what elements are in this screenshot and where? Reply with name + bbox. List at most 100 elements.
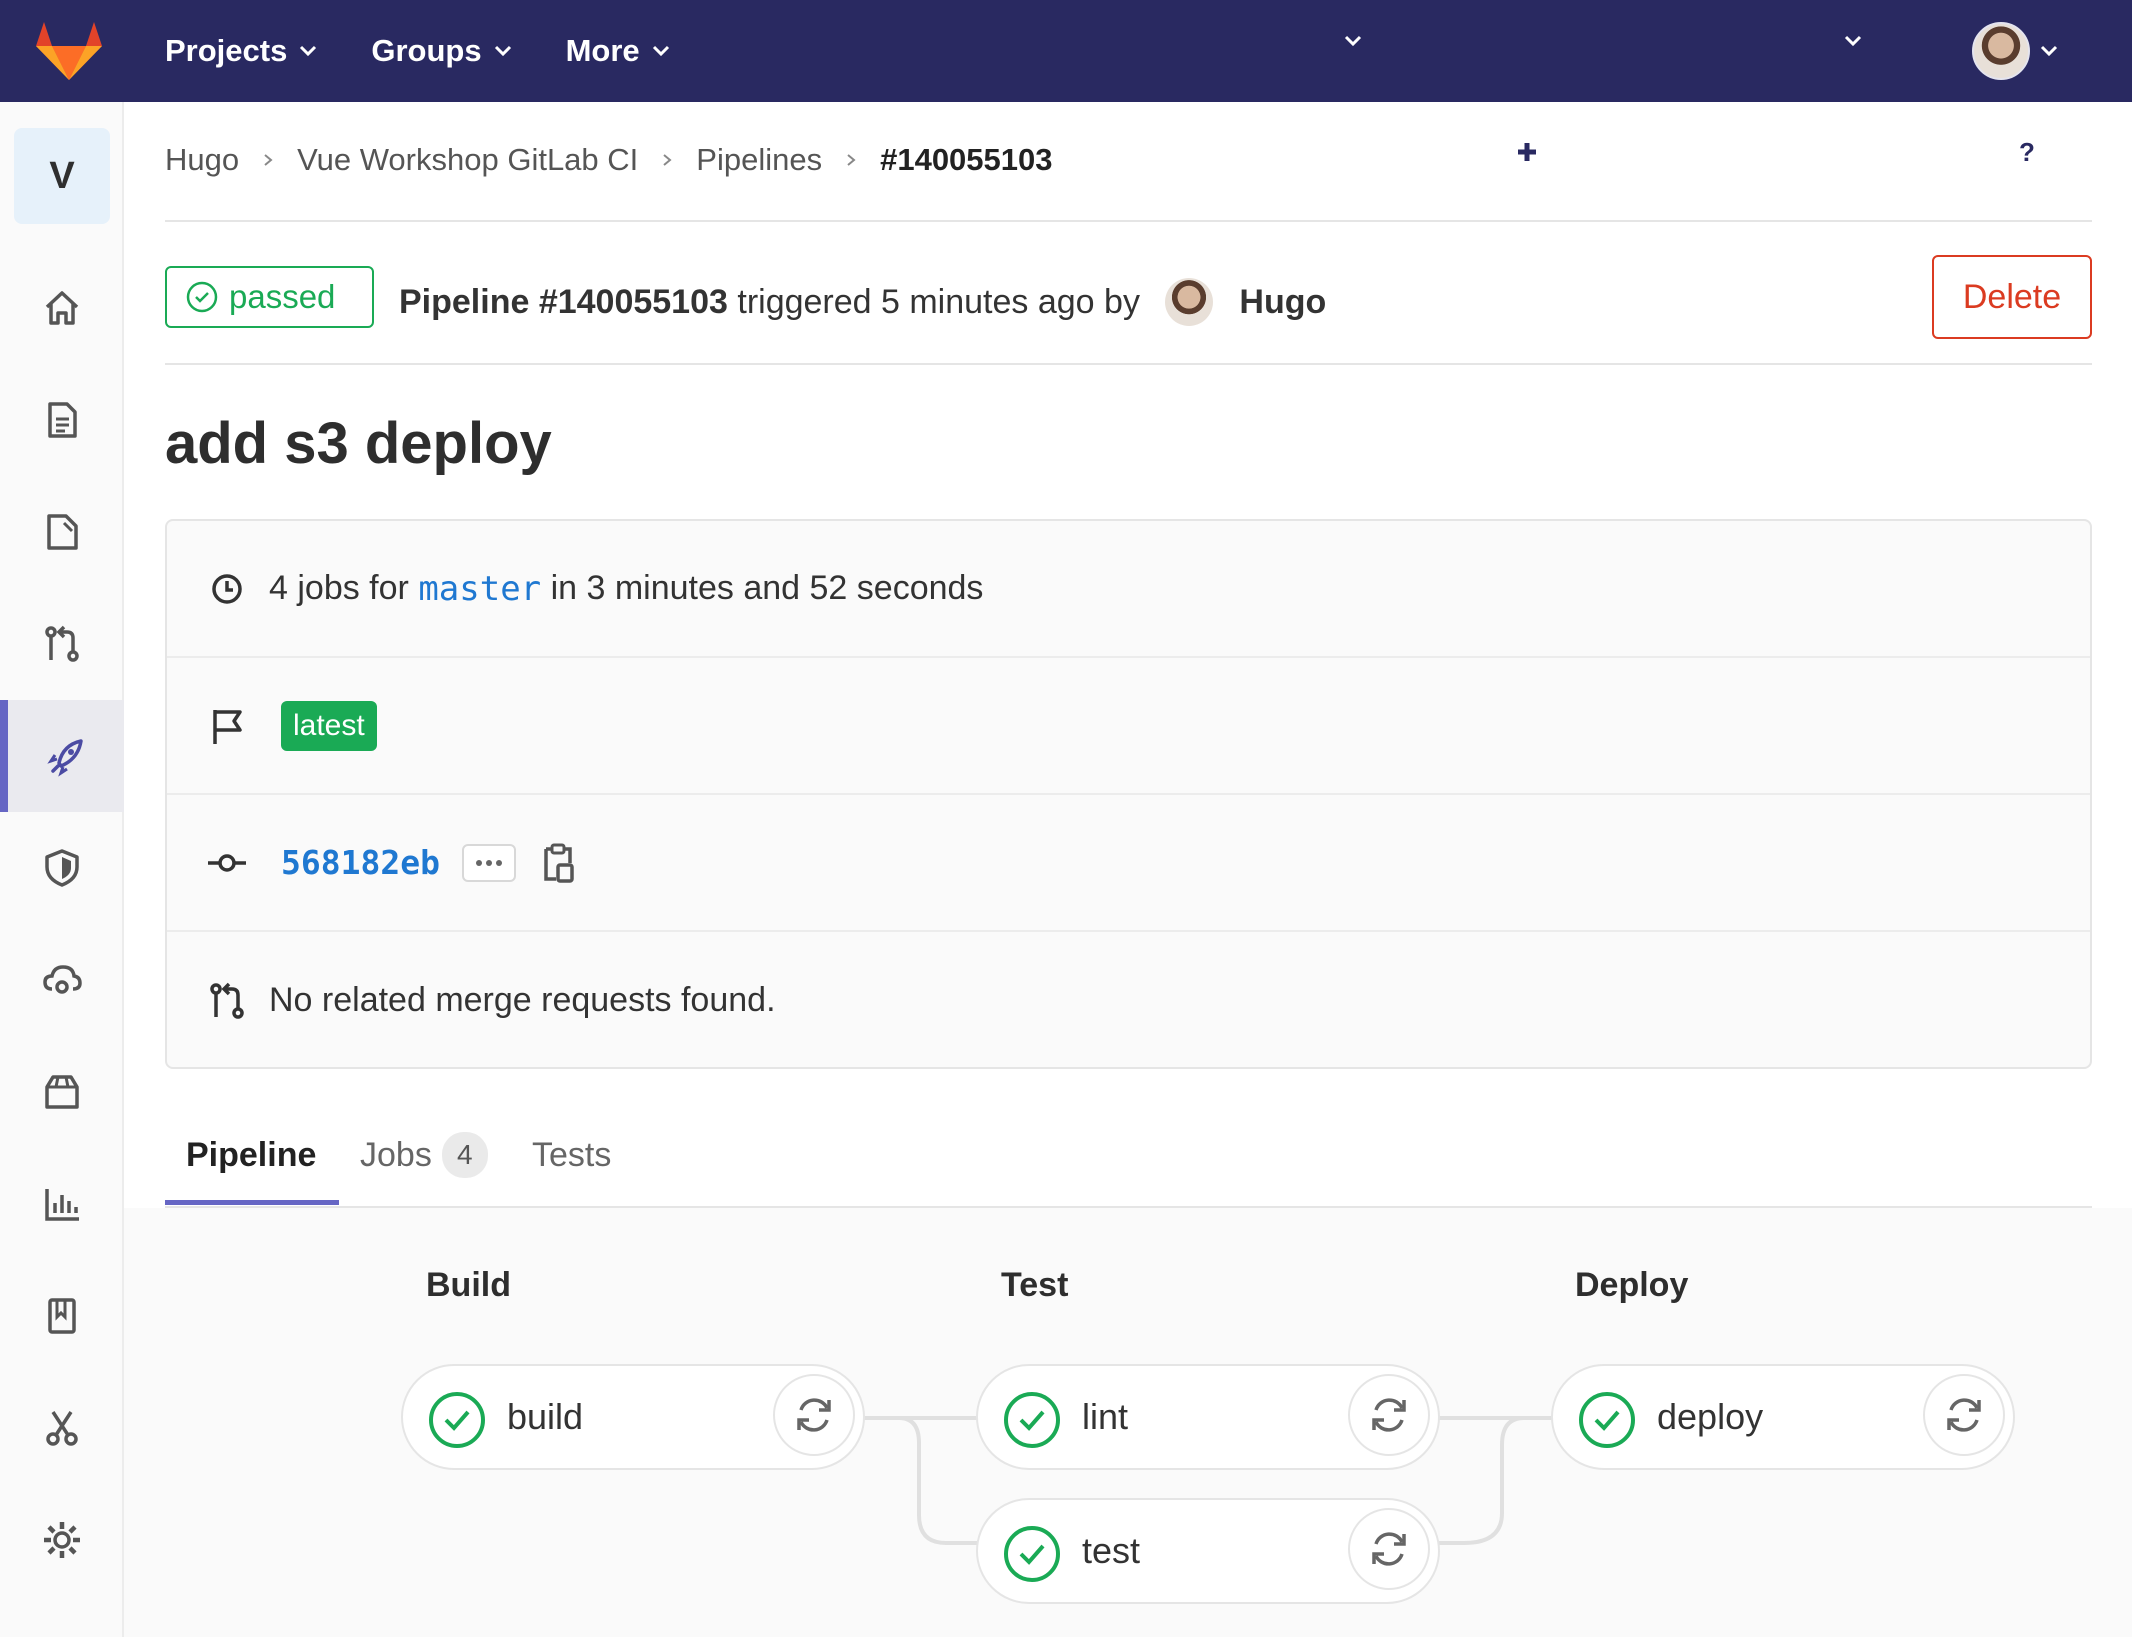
- duration-text: in 3 minutes and 52 seconds: [541, 569, 984, 607]
- jobs-summary-row: 4 jobs for master in 3 minutes and 52 se…: [167, 521, 2090, 658]
- repository-icon: [48, 402, 77, 438]
- job-build[interactable]: build: [401, 1364, 865, 1470]
- projects-menu[interactable]: Projects: [165, 33, 319, 69]
- tab-tests[interactable]: Tests: [532, 1102, 611, 1208]
- sidebar-item-operations[interactable]: [0, 924, 124, 1036]
- gitlab-logo-icon[interactable]: [36, 22, 102, 80]
- user-link[interactable]: Hugo: [1239, 283, 1326, 322]
- sidebar-item-wiki[interactable]: [0, 1260, 124, 1372]
- project-avatar[interactable]: V: [14, 128, 110, 224]
- sidebar-item-analytics[interactable]: [0, 1148, 124, 1260]
- stage-title-test: Test: [1001, 1266, 1069, 1304]
- package-icon: [45, 1075, 79, 1109]
- merge-request-icon: [45, 625, 79, 662]
- user-avatar[interactable]: [1165, 278, 1214, 326]
- issues-icon: [47, 514, 78, 550]
- projects-label: Projects: [165, 33, 288, 68]
- expand-commit-message-button[interactable]: [461, 843, 516, 882]
- pipeline-graph: Build Test Deploy build lint test deploy: [124, 1208, 2132, 1637]
- retry-icon: [1947, 1398, 1981, 1432]
- stage-title-deploy: Deploy: [1575, 1266, 1689, 1304]
- job-name: test: [1082, 1530, 1141, 1571]
- divider: [165, 220, 2092, 222]
- chevron-down-icon: [300, 45, 317, 57]
- home-icon: [45, 291, 79, 325]
- todo-check-icon: [1922, 136, 1957, 169]
- retry-icon: [1372, 1532, 1406, 1566]
- tab-jobs[interactable]: Jobs 4: [360, 1102, 488, 1208]
- project-sidebar: V: [0, 102, 124, 1637]
- status-label: passed: [229, 278, 336, 315]
- latest-badge[interactable]: latest: [281, 700, 377, 751]
- sidebar-item-security[interactable]: [0, 812, 124, 924]
- breadcrumb-project[interactable]: Vue Workshop GitLab CI: [297, 142, 638, 178]
- jobs-count-text: 4 jobs for: [269, 569, 419, 607]
- commit-sha-link[interactable]: 568182eb: [281, 843, 440, 882]
- retry-button[interactable]: [773, 1374, 855, 1456]
- retry-icon: [797, 1398, 831, 1432]
- book-icon: [48, 1298, 76, 1334]
- sidebar-item-repository[interactable]: [0, 364, 124, 476]
- sidebar-item-packages[interactable]: [0, 1036, 124, 1148]
- sidebar-item-ci-cd[interactable]: [0, 700, 124, 812]
- pipeline-title: Pipeline #140055103 triggered 5 minutes …: [399, 278, 1326, 326]
- sidebar-item-snippets[interactable]: [0, 1372, 124, 1484]
- retry-button[interactable]: [1348, 1508, 1430, 1590]
- sidebar-item-issues[interactable]: [0, 476, 124, 588]
- svg-text:?: ?: [2019, 137, 2035, 167]
- plus-square-icon: [1511, 136, 1543, 168]
- pipeline-header: passed Pipeline #140055103 triggered 5 m…: [165, 255, 2092, 339]
- status-badge-passed[interactable]: passed: [165, 266, 374, 328]
- retry-button[interactable]: [1348, 1374, 1430, 1456]
- breadcrumb-user[interactable]: Hugo: [165, 142, 239, 178]
- clock-icon: [212, 573, 242, 604]
- shield-icon: [45, 849, 79, 887]
- chevron-right-icon: [264, 154, 273, 166]
- check-circle-icon: [1579, 1392, 1635, 1448]
- no-merge-requests-text: No related merge requests found.: [269, 981, 776, 1019]
- chevron-down-icon: [2040, 45, 2058, 57]
- chevron-down-icon: [1844, 35, 1862, 47]
- retry-button[interactable]: [1923, 1374, 2005, 1456]
- delete-button[interactable]: Delete: [1932, 255, 2092, 339]
- more-menu[interactable]: More: [566, 33, 672, 69]
- commit-title: add s3 deploy: [165, 411, 552, 476]
- branch-link[interactable]: master: [418, 569, 541, 609]
- merge-request-icon: [1822, 133, 1856, 170]
- chevron-right-icon: [847, 154, 856, 166]
- sidebar-item-merge-requests[interactable]: [0, 588, 124, 700]
- commit-row: 568182eb: [167, 795, 2090, 932]
- chart-icon: [45, 1189, 79, 1221]
- job-test[interactable]: test: [976, 1498, 1440, 1604]
- breadcrumb: Hugo Vue Workshop GitLab CI Pipelines #1…: [165, 142, 1053, 178]
- triggered-text: triggered 5 minutes ago by: [727, 282, 1150, 321]
- tab-pipeline[interactable]: Pipeline: [186, 1102, 316, 1208]
- chevron-down-icon: [494, 45, 511, 57]
- breadcrumb-current-pipeline[interactable]: #140055103: [880, 142, 1052, 178]
- job-name: deploy: [1657, 1396, 1764, 1437]
- check-circle-icon: [186, 281, 218, 313]
- tab-jobs-label: Jobs: [360, 1135, 432, 1174]
- pipeline-info-box: 4 jobs for master in 3 minutes and 52 se…: [165, 519, 2092, 1069]
- stage-title-build: Build: [426, 1266, 511, 1304]
- new-item-dropdown[interactable]: [1342, 30, 1543, 168]
- dot: [475, 859, 482, 866]
- check-circle-icon: [1004, 1526, 1060, 1582]
- help-icon: ?: [2009, 134, 2045, 170]
- dot: [485, 859, 492, 866]
- chevron-down-icon: [1344, 35, 1362, 47]
- job-deploy[interactable]: deploy: [1551, 1364, 2015, 1470]
- sidebar-item-project-overview[interactable]: [0, 252, 124, 364]
- pipeline-id: Pipeline #140055103: [399, 282, 728, 321]
- badges-row: latest: [167, 658, 2090, 795]
- top-navbar: Projects Groups More ?: [0, 0, 2132, 170]
- help-dropdown[interactable]: ?: [1842, 30, 2045, 170]
- more-label: More: [565, 33, 640, 68]
- sidebar-item-settings[interactable]: [0, 1484, 124, 1596]
- job-lint[interactable]: lint: [976, 1364, 1440, 1470]
- copy-clipboard-icon[interactable]: [540, 843, 576, 883]
- breadcrumb-pipelines[interactable]: Pipelines: [696, 142, 822, 178]
- groups-menu[interactable]: Groups: [371, 33, 513, 69]
- cloud-gear-icon: [43, 965, 82, 994]
- user-menu[interactable]: [1972, 22, 2060, 80]
